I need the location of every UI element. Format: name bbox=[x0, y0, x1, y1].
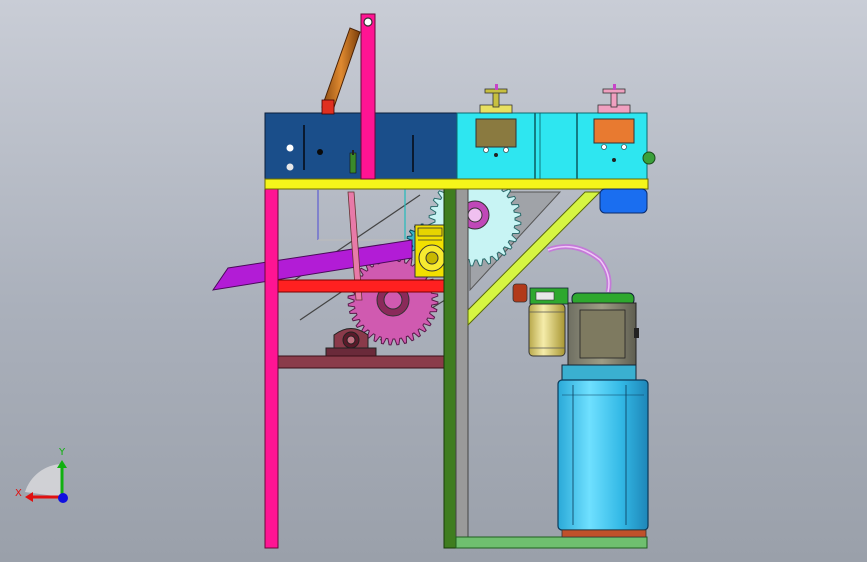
lever-pivot bbox=[363, 17, 373, 27]
side-wheel bbox=[642, 151, 656, 165]
yellow-gearmotor bbox=[414, 224, 446, 278]
red-crossbar bbox=[277, 279, 445, 293]
blue-drive-motor bbox=[599, 188, 648, 214]
left-frame-leg bbox=[264, 187, 279, 549]
machine-assembly-drawing[interactable]: X Y bbox=[0, 0, 867, 562]
oil-filter bbox=[528, 303, 566, 357]
z-axis-dot bbox=[58, 493, 68, 503]
hydraulic-hose bbox=[547, 244, 612, 293]
x-axis-label: X bbox=[15, 488, 22, 499]
coordinate-triad: X Y bbox=[15, 447, 68, 503]
cad-viewport[interactable]: X Y bbox=[0, 0, 867, 562]
lower-shelf bbox=[277, 355, 445, 369]
top-beam bbox=[264, 178, 649, 190]
base-plate bbox=[455, 536, 648, 549]
center-green-post bbox=[443, 187, 457, 549]
y-axis-label: Y bbox=[58, 447, 66, 458]
oil-tank bbox=[557, 364, 649, 538]
feeder-valve-left bbox=[475, 84, 517, 157]
pump-motor bbox=[567, 292, 639, 366]
hydraulic-cylinder bbox=[321, 27, 361, 115]
valve-block bbox=[512, 283, 569, 305]
center-gray-post bbox=[455, 187, 469, 549]
lever-post bbox=[360, 13, 376, 180]
